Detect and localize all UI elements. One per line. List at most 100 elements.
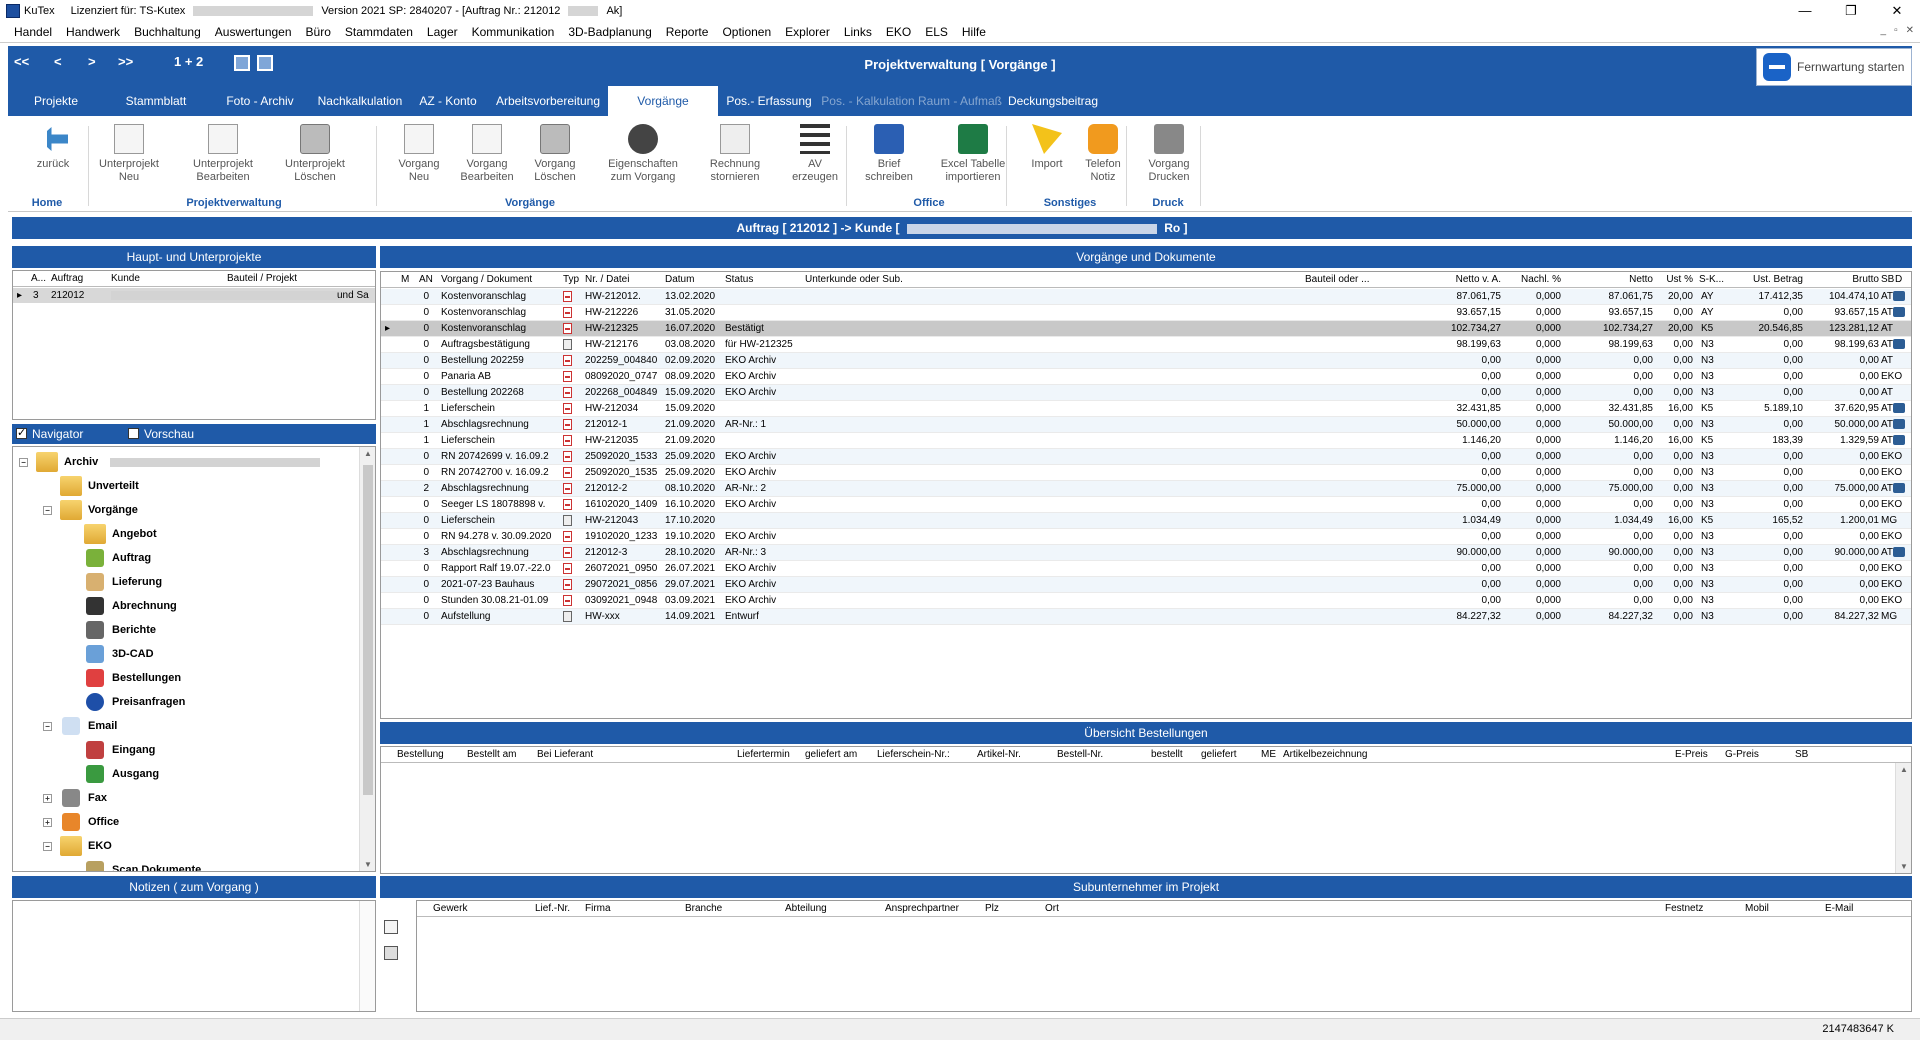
col-header-brutto[interactable]: Brutto <box>1805 274 1879 285</box>
menu-item-auswertungen[interactable]: Auswertungen <box>208 25 299 39</box>
menu-item-els[interactable]: ELS <box>918 25 955 39</box>
printer-icon[interactable] <box>1893 291 1905 301</box>
table-row[interactable]: 3 Abschlagsrechnung 212012-3 28.10.2020 AR-N… <box>381 545 1911 561</box>
col-header[interactable]: Auftrag <box>51 273 83 284</box>
tree-expander-icon[interactable]: − <box>43 841 52 851</box>
col-header-bestellt[interactable]: bestellt <box>1151 749 1183 760</box>
menu-item-hilfe[interactable]: Hilfe <box>955 25 993 39</box>
printer-icon[interactable] <box>1893 547 1905 557</box>
table-row[interactable]: 0 Kostenvoranschlag HW-212012. 13.02.2020 87… <box>381 289 1911 305</box>
tree-node-office[interactable]: + Office <box>43 811 119 833</box>
col-header-sb[interactable]: SB <box>1795 749 1808 760</box>
table-row[interactable]: 0 Lieferschein HW-212043 17.10.2020 1.034,49… <box>381 513 1911 529</box>
table-row[interactable]: 0 Auftragsbestätigung HW-212176 03.08.2020 f… <box>381 337 1911 353</box>
ribbon-button-vorgang-drucken[interactable]: Vorgang Drucken <box>1134 124 1204 184</box>
split-view-icon[interactable] <box>234 55 250 71</box>
tree-node-unverteilt[interactable]: Unverteilt <box>43 475 139 497</box>
table-row[interactable]: 1 Lieferschein HW-212035 21.09.2020 1.146,20… <box>381 433 1911 449</box>
col-header-abteilung[interactable]: Abteilung <box>785 903 827 914</box>
col-header-me[interactable]: ME <box>1261 749 1276 760</box>
tree-expander-icon[interactable]: − <box>43 721 52 731</box>
table-row[interactable]: 0 RN 20742699 v. 16.09.2 25092020_1533 25.0… <box>381 449 1911 465</box>
tree-scrollbar[interactable]: ▲ ▼ <box>359 447 375 871</box>
col-header-lief-nr[interactable]: Lief.-Nr. <box>535 903 570 914</box>
ribbon-button-excel-tabelle-importieren[interactable]: Excel Tabelle importieren <box>938 124 1008 184</box>
close-button[interactable]: ✕ <box>1874 0 1920 22</box>
ribbon-button-unterprojekt-löschen[interactable]: Unterprojekt Löschen <box>280 124 350 184</box>
table-row[interactable]: 0 2021-07-23 Bauhaus 29072021_0856 29.07.20… <box>381 577 1911 593</box>
col-header-datum[interactable]: Datum <box>665 274 694 285</box>
ribbon-button-unterprojekt-neu[interactable]: Unterprojekt Neu <box>94 124 164 184</box>
printer-icon[interactable] <box>1893 419 1905 429</box>
navigator-checkbox[interactable] <box>16 426 27 439</box>
tree-node-abrechnung[interactable]: Abrechnung <box>67 595 177 617</box>
tab-pos-kalkulation[interactable]: Pos. - Kalkulation <box>820 86 916 116</box>
tree-node-eko[interactable]: − EKO <box>43 835 112 857</box>
ribbon-button-zurück[interactable]: zurück <box>18 124 88 171</box>
tab-foto-archiv[interactable]: Foto - Archiv <box>208 86 312 116</box>
menu-item-explorer[interactable]: Explorer <box>778 25 837 39</box>
col-header-liefertermin[interactable]: Liefertermin <box>737 749 790 760</box>
col-header-artikel-nr[interactable]: Artikel-Nr. <box>977 749 1021 760</box>
menu-item-buchhaltung[interactable]: Buchhaltung <box>127 25 208 39</box>
menu-item-büro[interactable]: Büro <box>299 25 338 39</box>
col-header-e-preis[interactable]: E-Preis <box>1675 749 1708 760</box>
col-header-m[interactable]: M <box>401 274 409 285</box>
col-header-ort[interactable]: Ort <box>1045 903 1059 914</box>
col-header-vorgang-dokument[interactable]: Vorgang / Dokument <box>441 274 532 285</box>
add-subcontractor-icon[interactable] <box>384 920 398 934</box>
printer-icon[interactable] <box>1893 403 1905 413</box>
project-row[interactable]: ▸ 3 212012 und Sa <box>13 288 375 303</box>
maximize-button[interactable]: ❐ <box>1828 0 1874 22</box>
col-header-netto-v-a-[interactable]: Netto v. A. <box>1411 274 1501 285</box>
table-row[interactable]: 2 Abschlagsrechnung 212012-2 08.10.2020 AR-N… <box>381 481 1911 497</box>
tree-node-preisanfragen[interactable]: Preisanfragen <box>67 691 185 713</box>
col-header-g-preis[interactable]: G-Preis <box>1725 749 1759 760</box>
table-row[interactable]: 1 Lieferschein HW-212034 15.09.2020 32.431,8… <box>381 401 1911 417</box>
col-header-bestellung[interactable]: Bestellung <box>397 749 444 760</box>
col-header-plz[interactable]: Plz <box>985 903 999 914</box>
col-header-bestellt-am[interactable]: Bestellt am <box>467 749 516 760</box>
tree-node-bestellungen[interactable]: Bestellungen <box>67 667 181 689</box>
ribbon-button-av-erzeugen[interactable]: AV erzeugen <box>780 124 850 184</box>
menu-item-handwerk[interactable]: Handwerk <box>59 25 127 39</box>
menu-item-optionen[interactable]: Optionen <box>715 25 778 39</box>
notes-scrollbar[interactable] <box>359 901 375 1011</box>
tree-expander-icon[interactable]: + <box>43 817 52 827</box>
tree-node-3d-cad[interactable]: 3D-CAD <box>67 643 154 665</box>
single-view-icon[interactable] <box>257 55 273 71</box>
tree-node-lieferung[interactable]: Lieferung <box>67 571 162 593</box>
col-header-e-mail[interactable]: E-Mail <box>1825 903 1853 914</box>
delete-subcontractor-icon[interactable] <box>384 946 398 960</box>
col-header-an[interactable]: AN <box>419 274 433 285</box>
col-header-s-k-[interactable]: S-K... <box>1699 274 1724 285</box>
tree-node-archiv[interactable]: − Archiv <box>19 451 321 473</box>
col-header-bei-lieferant[interactable]: Bei Lieferant <box>537 749 593 760</box>
tree-node-scan-dokumente[interactable]: Scan Dokumente <box>67 859 201 871</box>
menu-item-3d-badplanung[interactable]: 3D-Badplanung <box>561 25 658 39</box>
ribbon-button-vorgang-löschen[interactable]: Vorgang Löschen <box>520 124 590 184</box>
menu-item-links[interactable]: Links <box>837 25 879 39</box>
next-record-button[interactable]: > <box>88 54 96 69</box>
last-record-button[interactable]: >> <box>118 54 133 69</box>
tab-arbeitsvorbereitung[interactable]: Arbeitsvorbereitung <box>488 86 608 116</box>
col-header-sb[interactable]: SB <box>1881 274 1894 285</box>
table-row[interactable]: 0 Rapport Ralf 19.07.-22.0 26072021_0950 26… <box>381 561 1911 577</box>
col-header-geliefert-am[interactable]: geliefert am <box>805 749 857 760</box>
col-header-geliefert[interactable]: geliefert <box>1201 749 1237 760</box>
col-header[interactable]: A... <box>31 273 46 284</box>
col-header-nachl-[interactable]: Nachl. % <box>1505 274 1561 285</box>
table-row[interactable]: ▸ 0 Kostenvoranschlag HW-212325 16.07.2020 Be… <box>381 321 1911 337</box>
minimize-button[interactable]: — <box>1782 0 1828 22</box>
tree-node-angebot[interactable]: Angebot <box>67 523 157 545</box>
menu-item-kommunikation[interactable]: Kommunikation <box>465 25 562 39</box>
ribbon-button-unterprojekt-bearbeiten[interactable]: Unterprojekt Bearbeiten <box>188 124 258 184</box>
printer-icon[interactable] <box>1893 307 1905 317</box>
tab-pos-erfassung[interactable]: Pos.- Erfassung <box>718 86 820 116</box>
table-row[interactable]: 0 Aufstellung HW-xxx 14.09.2021 Entwurf 84.22… <box>381 609 1911 625</box>
prev-record-button[interactable]: < <box>54 54 62 69</box>
ribbon-button-brief-schreiben[interactable]: Brief schreiben <box>854 124 924 184</box>
col-header-ansprechpartner[interactable]: Ansprechpartner <box>885 903 959 914</box>
tree-expander-icon[interactable]: − <box>19 457 28 467</box>
col-header-typ[interactable]: Typ <box>563 274 579 285</box>
